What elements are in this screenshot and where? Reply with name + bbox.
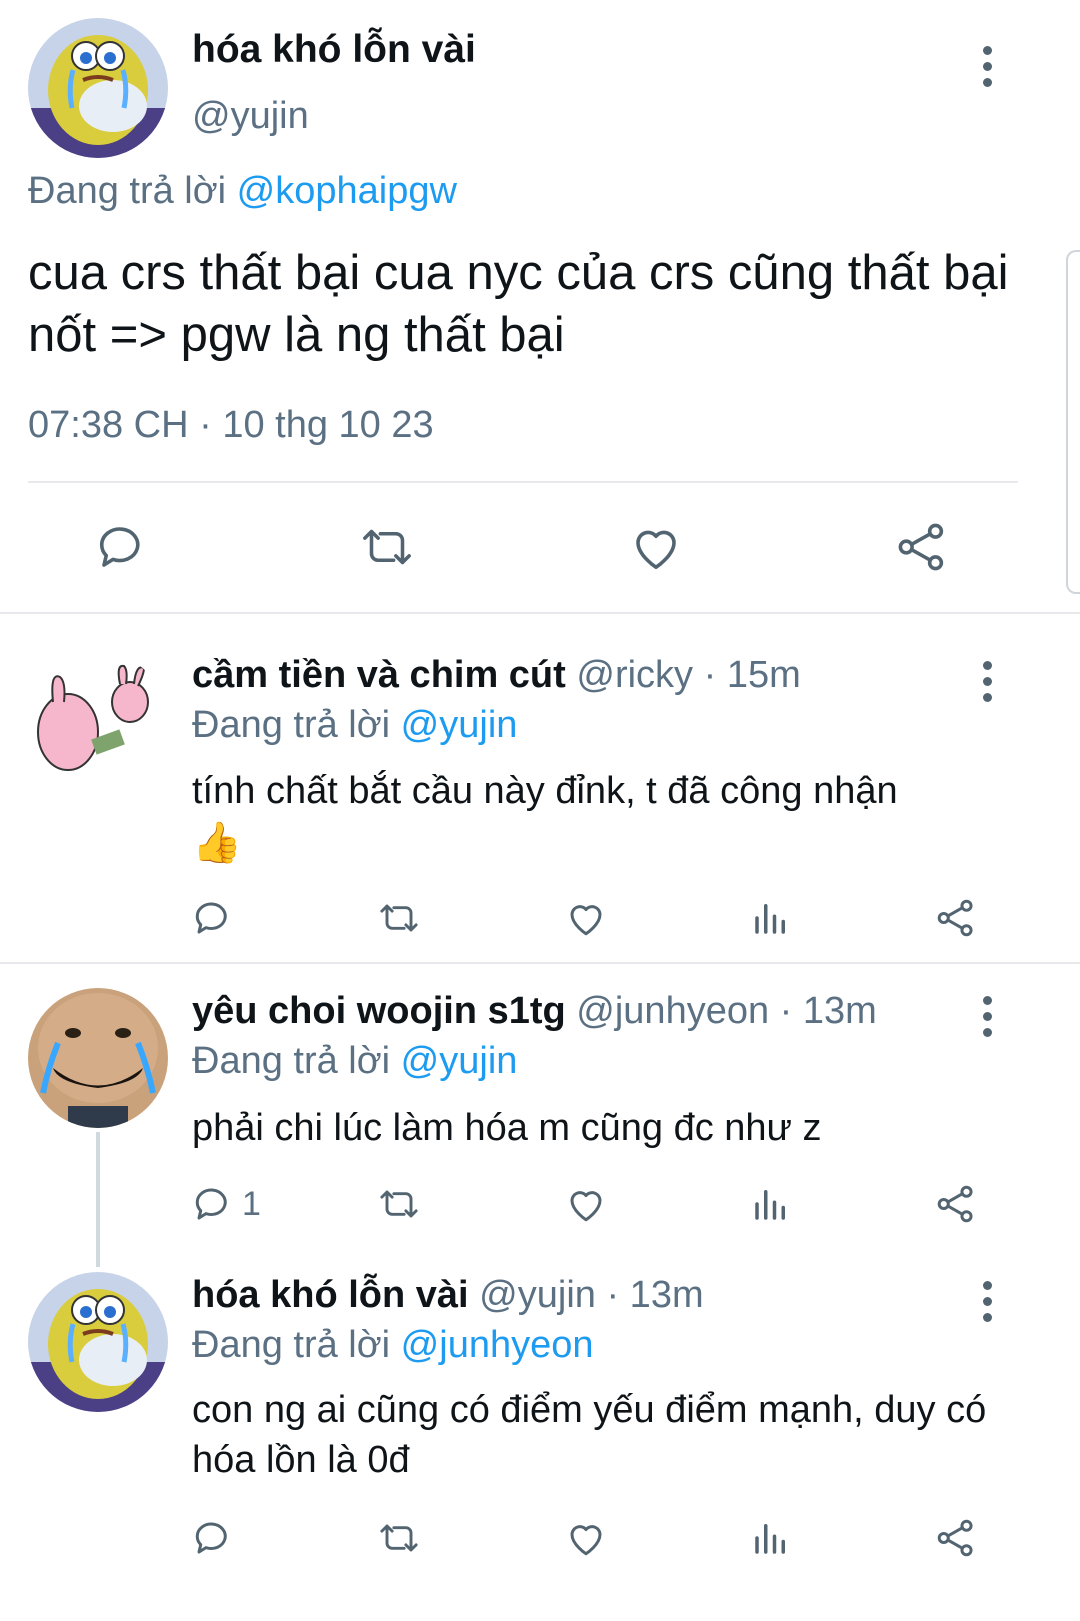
like-button[interactable]: [564, 1517, 608, 1564]
reply-text: phải chi lúc làm hóa m cũng đc như z: [192, 1107, 822, 1149]
views-icon: [755, 904, 785, 934]
reply-button[interactable]: [192, 1517, 234, 1564]
replying-to-link[interactable]: @kophaipgw: [237, 170, 457, 212]
spongebob-avatar-image: [28, 1272, 168, 1412]
replying-to-line: Đang trả lời @kophaipgw: [28, 170, 457, 213]
like-button[interactable]: [564, 1183, 608, 1230]
retweet-button[interactable]: [356, 520, 418, 579]
replying-to-link[interactable]: @yujin: [401, 704, 518, 746]
more-vertical-icon[interactable]: [983, 1281, 993, 1329]
share-button[interactable]: [895, 520, 949, 579]
retweet-icon: [380, 904, 418, 932]
reply-header: hóa khó lỗn vài @yujin · 13m: [192, 1274, 704, 1317]
scrollbar[interactable]: [1066, 250, 1080, 594]
retweet-icon: [363, 529, 411, 565]
replying-to-link[interactable]: @junhyeon: [401, 1324, 594, 1366]
handle[interactable]: @yujin: [479, 1274, 596, 1316]
retweet-button[interactable]: [375, 1183, 423, 1230]
reply-age: · 15m: [703, 654, 801, 696]
retweet-button[interactable]: [375, 1517, 423, 1564]
share-icon: [937, 1519, 973, 1557]
views-icon: [755, 1190, 785, 1220]
reply-button[interactable]: [95, 520, 149, 579]
like-button[interactable]: [628, 520, 684, 579]
replying-prefix: Đang trả lời: [192, 1324, 391, 1366]
avatar-ricky[interactable]: [28, 652, 168, 792]
reply-icon: [99, 527, 140, 567]
replying-to-line: Đang trả lời @junhyeon: [192, 1324, 594, 1367]
stats-divider: [28, 481, 1018, 483]
replying-prefix: Đang trả lời: [28, 170, 227, 212]
tweet-time: 07:38 CH: [28, 404, 189, 446]
display-name[interactable]: yêu choi woojin s1tg: [192, 990, 566, 1032]
replying-prefix: Đang trả lời: [192, 1040, 391, 1082]
reply-age: · 13m: [779, 990, 877, 1032]
retweet-button[interactable]: [375, 897, 423, 944]
retweet-icon: [380, 1524, 418, 1552]
reply-text: tính chất bắt cầu này đỉnk, t đã công nh…: [192, 765, 1022, 870]
tweet-text: cua crs thất bại cua nyc của crs cũng th…: [28, 246, 1009, 362]
more-vertical-icon[interactable]: [983, 661, 993, 709]
handle[interactable]: @ricky: [576, 654, 693, 696]
tweet-date: 10 thg 10 23: [222, 404, 434, 446]
reply-icon: [195, 1188, 227, 1220]
reply-icon: [195, 902, 227, 934]
display-name[interactable]: hóa khó lỗn vài: [192, 1274, 469, 1316]
timestamp[interactable]: 07:38 CH · 10 thg 10 23: [28, 404, 434, 447]
reply-button[interactable]: [192, 897, 234, 944]
reply-header: cầm tiền và chim cút @ricky · 15m: [192, 654, 801, 697]
reply-header: yêu choi woojin s1tg @junhyeon · 13m: [192, 990, 877, 1033]
rabbit-avatar-image: [28, 652, 168, 792]
display-name[interactable]: cầm tiền và chim cút: [192, 654, 566, 696]
replying-to-link[interactable]: @yujin: [401, 1040, 518, 1082]
display-name[interactable]: hóa khó lỗn vài: [192, 28, 476, 72]
thread-line: [96, 1132, 100, 1267]
handle[interactable]: @junhyeon: [576, 990, 769, 1032]
share-button[interactable]: [935, 897, 977, 944]
more-vertical-icon[interactable]: [983, 46, 993, 94]
handle[interactable]: @yujin: [192, 95, 309, 138]
reply-text: con ng ai cũng có điểm yếu điểm mạnh, du…: [192, 1389, 987, 1481]
views-button[interactable]: [750, 1183, 792, 1230]
avatar-yujin[interactable]: [28, 1272, 168, 1412]
reply-age: · 13m: [606, 1274, 704, 1316]
avatar-junhyeon[interactable]: [28, 988, 168, 1128]
views-button[interactable]: [750, 1517, 792, 1564]
views-icon: [755, 1524, 785, 1554]
share-button[interactable]: [935, 1183, 977, 1230]
replying-to-line: Đang trả lời @yujin: [192, 1040, 517, 1083]
heart-icon: [570, 1525, 602, 1556]
reply-button[interactable]: 1: [192, 1183, 261, 1225]
heart-icon: [570, 1191, 602, 1222]
share-button[interactable]: [935, 1517, 977, 1564]
more-vertical-icon[interactable]: [983, 996, 993, 1044]
views-button[interactable]: [750, 897, 792, 944]
tweet-divider: [0, 612, 1080, 614]
tweet-divider: [0, 962, 1080, 964]
share-icon: [937, 899, 973, 937]
replying-prefix: Đang trả lời: [192, 704, 391, 746]
dog-avatar-image: [28, 988, 168, 1128]
retweet-icon: [380, 1190, 418, 1218]
share-icon: [898, 523, 944, 571]
spongebob-avatar-image: [28, 18, 168, 158]
share-icon: [937, 1185, 973, 1223]
separator-dot: ·: [199, 404, 212, 446]
heart-icon: [636, 530, 676, 570]
heart-icon: [570, 905, 602, 936]
reply-count: 1: [242, 1184, 261, 1223]
avatar-yujin[interactable]: [28, 18, 168, 158]
thumbs-up-emoji: 👍: [192, 821, 242, 865]
reply-icon: [195, 1522, 227, 1554]
reply-text-body: tính chất bắt cầu này đỉnk, t đã công nh…: [192, 770, 898, 812]
like-button[interactable]: [564, 897, 608, 944]
replying-to-line: Đang trả lời @yujin: [192, 704, 517, 747]
